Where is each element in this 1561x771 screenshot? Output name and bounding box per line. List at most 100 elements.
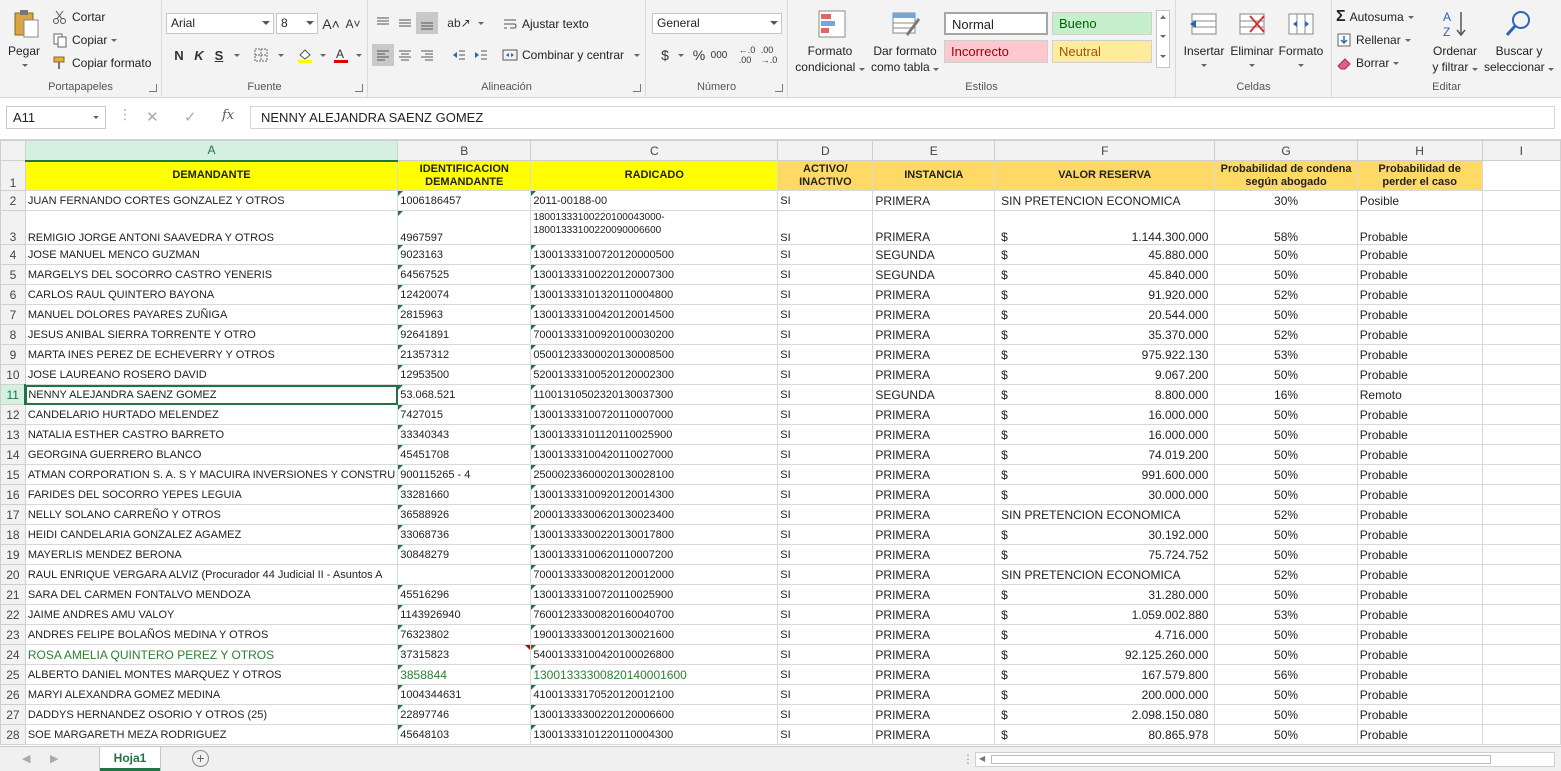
- cell-probabilidad-perder[interactable]: Probable: [1356, 564, 1483, 585]
- cell-activo[interactable]: SI: [777, 444, 874, 465]
- cell-probabilidad-perder[interactable]: Probable: [1356, 284, 1483, 305]
- cell-empty[interactable]: [1481, 724, 1561, 745]
- cell-identificacion[interactable]: 33340343: [397, 424, 532, 445]
- cell-activo[interactable]: SI: [777, 304, 874, 325]
- row-header[interactable]: 20: [0, 564, 26, 585]
- cell-empty[interactable]: [1481, 504, 1561, 525]
- cell-empty[interactable]: [1481, 364, 1561, 385]
- scroll-left-icon[interactable]: ◀: [979, 754, 985, 763]
- cell-probabilidad-perder[interactable]: Remoto: [1356, 384, 1483, 405]
- number-launcher-icon[interactable]: [775, 84, 783, 92]
- cell-valor-reserva[interactable]: $45.880.000: [994, 244, 1216, 265]
- cut-button[interactable]: Cortar: [52, 9, 105, 25]
- row-header[interactable]: 27: [0, 704, 26, 725]
- cell-probabilidad-condena[interactable]: 16%: [1214, 384, 1358, 405]
- cell-identificacion[interactable]: [397, 564, 532, 585]
- cell-identificacion[interactable]: 7427015: [397, 404, 532, 425]
- cell-demandante[interactable]: REMIGIO JORGE ANTONI SAAVEDRA Y OTROS: [24, 210, 399, 245]
- cell-valor-reserva[interactable]: SIN PRETENCION ECONOMICA: [994, 190, 1216, 211]
- cell-demandante[interactable]: SARA DEL CARMEN FONTALVO MENDOZA: [24, 584, 399, 605]
- orientation-button[interactable]: ab↗: [447, 12, 470, 34]
- borders-button[interactable]: [250, 44, 272, 66]
- cell-activo[interactable]: SI: [777, 244, 874, 265]
- cell-empty[interactable]: [1481, 324, 1561, 345]
- cell-activo[interactable]: SI: [777, 384, 874, 405]
- cell-valor-reserva[interactable]: $45.840.000: [994, 264, 1216, 285]
- cell-identificacion[interactable]: 12420074: [397, 284, 532, 305]
- font-size-combo[interactable]: 8: [276, 13, 318, 34]
- cell-activo[interactable]: SI: [777, 684, 874, 705]
- cell-demandante[interactable]: MARYI ALEXANDRA GOMEZ MEDINA: [24, 684, 399, 705]
- cell-activo[interactable]: SI: [777, 584, 874, 605]
- cell-identificacion[interactable]: 45451708: [397, 444, 532, 465]
- column-header-e[interactable]: E: [872, 140, 996, 161]
- italic-button[interactable]: K: [188, 44, 210, 66]
- cell-valor-reserva[interactable]: $75.724.752: [994, 544, 1216, 565]
- borders-dropdown[interactable]: [270, 44, 292, 66]
- cell-demandante[interactable]: MAYERLIS MENDEZ BERONA: [24, 544, 399, 565]
- cell-instancia[interactable]: PRIMERA: [872, 684, 996, 705]
- cell-instancia[interactable]: PRIMERA: [872, 210, 996, 245]
- cell-instancia[interactable]: PRIMERA: [872, 564, 996, 585]
- cell-demandante[interactable]: HEIDI CANDELARIA GONZALEZ AGAMEZ: [24, 524, 399, 545]
- row-header-1[interactable]: 1: [0, 160, 26, 191]
- cell-valor-reserva[interactable]: $16.000.000: [994, 424, 1216, 445]
- delete-button[interactable]: Eliminar: [1228, 6, 1276, 76]
- cell-instancia[interactable]: SEGUNDA: [872, 264, 996, 285]
- cell-instancia[interactable]: PRIMERA: [872, 704, 996, 725]
- cell-demandante[interactable]: ALBERTO DANIEL MONTES MARQUEZ Y OTROS: [24, 664, 399, 685]
- cell-empty[interactable]: [1481, 604, 1561, 625]
- cell-radicado[interactable]: 13001333100720110025900: [530, 584, 779, 605]
- increase-decimal-button[interactable]: ←.0.00: [736, 44, 758, 66]
- cell-radicado[interactable]: 13001333100620110007200: [530, 544, 779, 565]
- cell-probabilidad-condena[interactable]: 52%: [1214, 324, 1358, 345]
- cell-radicado[interactable]: 13001333101220110004300: [530, 724, 779, 745]
- cell-probabilidad-condena[interactable]: 30%: [1214, 190, 1358, 211]
- row-header[interactable]: 28: [0, 724, 26, 745]
- cell-activo[interactable]: SI: [777, 644, 874, 665]
- cell-probabilidad-perder[interactable]: Probable: [1356, 264, 1483, 285]
- cell-radicado[interactable]: 13001333100720110007000: [530, 404, 779, 425]
- cell-instancia[interactable]: PRIMERA: [872, 504, 996, 525]
- align-right-button[interactable]: [416, 44, 438, 66]
- header-demandante[interactable]: DEMANDANTE: [24, 160, 399, 191]
- cell-valor-reserva[interactable]: $200.000.000: [994, 684, 1216, 705]
- fill-button[interactable]: Rellenar: [1336, 32, 1411, 48]
- cell-activo[interactable]: SI: [777, 564, 874, 585]
- cell-radicado[interactable]: 54001333100420100026800: [530, 644, 779, 665]
- cell-instancia[interactable]: PRIMERA: [872, 364, 996, 385]
- cell-demandante[interactable]: ANDRES FELIPE BOLAÑOS MEDINA Y OTROS: [24, 624, 399, 645]
- cell-probabilidad-perder[interactable]: Probable: [1356, 524, 1483, 545]
- row-header[interactable]: 21: [0, 584, 26, 605]
- cell-valor-reserva[interactable]: $16.000.000: [994, 404, 1216, 425]
- cell-activo[interactable]: SI: [777, 210, 874, 245]
- cell-probabilidad-condena[interactable]: 50%: [1214, 244, 1358, 265]
- clear-button[interactable]: Borrar: [1336, 55, 1400, 71]
- cell-valor-reserva[interactable]: $991.600.000: [994, 464, 1216, 485]
- copy-button[interactable]: Copiar: [52, 32, 118, 48]
- style-good[interactable]: Bueno: [1052, 12, 1152, 35]
- cell-identificacion[interactable]: 64567525: [397, 264, 532, 285]
- cell-valor-reserva[interactable]: $1.144.300.000: [994, 210, 1216, 245]
- cell-demandante[interactable]: MANUEL DOLORES PAYARES ZUÑIGA: [24, 304, 399, 325]
- cell-valor-reserva[interactable]: $30.000.000: [994, 484, 1216, 505]
- cell-i1[interactable]: [1481, 160, 1561, 191]
- align-middle-button[interactable]: [394, 12, 416, 34]
- cell-probabilidad-condena[interactable]: 50%: [1214, 524, 1358, 545]
- confirm-entry-button[interactable]: ✓: [184, 108, 197, 126]
- cell-valor-reserva[interactable]: $9.067.200: [994, 364, 1216, 385]
- formula-input[interactable]: NENNY ALEJANDRA SAENZ GOMEZ: [250, 106, 1555, 129]
- insert-function-button[interactable]: fx: [222, 108, 234, 123]
- cell-probabilidad-condena[interactable]: 56%: [1214, 664, 1358, 685]
- cell-activo[interactable]: SI: [777, 544, 874, 565]
- align-top-button[interactable]: [372, 12, 394, 34]
- cell-probabilidad-perder[interactable]: Probable: [1356, 724, 1483, 745]
- cell-valor-reserva[interactable]: $20.544.000: [994, 304, 1216, 325]
- cell-identificacion[interactable]: 21357312: [397, 344, 532, 365]
- cell-valor-reserva[interactable]: $1.059.002.880: [994, 604, 1216, 625]
- sort-filter-button[interactable]: AZ Ordenar y filtrar: [1428, 6, 1482, 76]
- cell-demandante[interactable]: MARGELYS DEL SOCORRO CASTRO YENERIS: [24, 264, 399, 285]
- cell-probabilidad-condena[interactable]: 50%: [1214, 684, 1358, 705]
- prev-sheet-icon[interactable]: ◀: [22, 752, 30, 765]
- cell-instancia[interactable]: PRIMERA: [872, 624, 996, 645]
